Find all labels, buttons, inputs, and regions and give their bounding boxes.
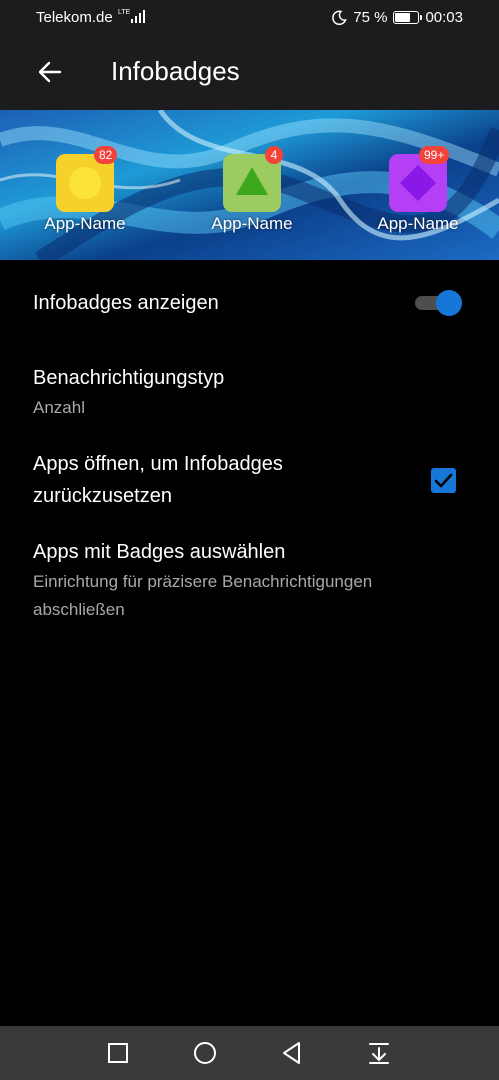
system-navigation-bar bbox=[0, 1026, 499, 1080]
badge-preview-banner: 82 App-Name 4 App-Name 99+ App-Name bbox=[0, 110, 499, 260]
preview-app-1: 82 App-Name bbox=[30, 146, 140, 234]
lte-signal-icon: LTE bbox=[118, 9, 145, 23]
battery-percent: 75 % bbox=[353, 9, 388, 26]
clock: 00:03 bbox=[425, 9, 463, 26]
page-title: Infobadges bbox=[111, 56, 240, 86]
network-type: LTE bbox=[118, 9, 131, 16]
arrow-left-icon[interactable] bbox=[36, 58, 64, 86]
show-badges-toggle[interactable] bbox=[415, 289, 463, 317]
app-name-label: App-Name bbox=[211, 214, 293, 233]
reset-on-open-label-line1: Apps öffnen, um Infobadges bbox=[33, 453, 283, 475]
app-icon-diamond: 99+ bbox=[389, 146, 450, 212]
back-icon[interactable] bbox=[279, 1040, 305, 1066]
notification-shade-icon[interactable] bbox=[366, 1040, 392, 1066]
app-icon-triangle: 4 bbox=[223, 146, 283, 212]
notification-badge: 99+ bbox=[419, 146, 450, 164]
carrier-name: Telekom.de bbox=[36, 9, 113, 26]
toggle-knob bbox=[436, 290, 462, 316]
select-apps-desc-line2: abschließen bbox=[33, 600, 125, 619]
notification-badge: 82 bbox=[94, 146, 118, 164]
status-bar: Telekom.de LTE 75 % 00:03 bbox=[0, 0, 499, 36]
select-apps-label: Apps mit Badges auswählen bbox=[33, 541, 286, 563]
preview-app-3: 99+ App-Name bbox=[363, 146, 473, 234]
battery-icon bbox=[393, 11, 423, 24]
reset-on-open-checkbox[interactable] bbox=[431, 468, 456, 493]
preview-app-2: 4 App-Name bbox=[197, 146, 307, 234]
home-icon[interactable] bbox=[192, 1040, 218, 1066]
do-not-disturb-moon-icon bbox=[332, 10, 347, 25]
status-right: 75 % 00:03 bbox=[331, 9, 463, 26]
app-name-label: App-Name bbox=[377, 214, 459, 233]
app-icon-circle: 82 bbox=[56, 146, 118, 212]
app-bar: Infobadges bbox=[0, 36, 499, 110]
notification-badge: 4 bbox=[265, 146, 283, 164]
notification-type-value: Anzahl bbox=[33, 398, 85, 417]
recent-apps-icon[interactable] bbox=[105, 1040, 131, 1066]
show-badges-label: Infobadges anzeigen bbox=[33, 292, 219, 314]
notification-type-label: Benachrichtigungstyp bbox=[33, 367, 225, 389]
checkmark-icon bbox=[434, 473, 453, 488]
select-apps-desc-line1: Einrichtung für präzisere Benachrichtigu… bbox=[33, 572, 373, 591]
app-name-label: App-Name bbox=[44, 214, 126, 233]
reset-on-open-label-line2: zurückzusetzen bbox=[33, 485, 172, 507]
